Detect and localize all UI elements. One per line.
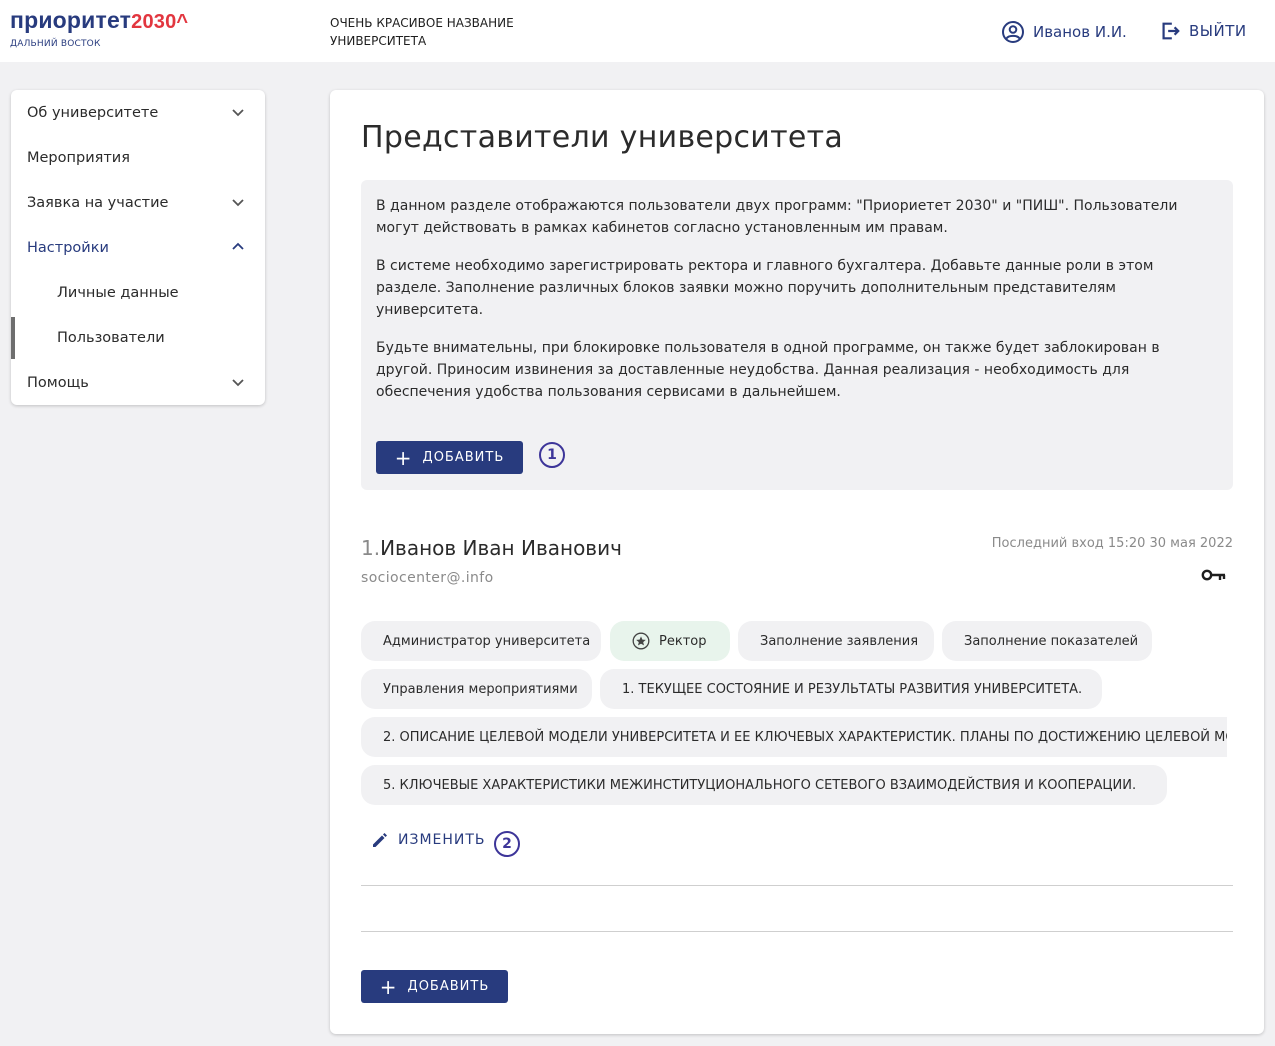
- sidebar-item-personal-data[interactable]: Личные данные: [11, 270, 265, 315]
- logo-subtitle: ДАЛЬНИЙ ВОСТОК: [10, 39, 101, 49]
- role-chip-label: Ректор: [659, 633, 707, 649]
- role-chip: Администратор университета: [361, 621, 601, 661]
- role-chip: 2. ОПИСАНИЕ ЦЕЛЕВОЙ МОДЕЛИ УНИВЕРСИТЕТА …: [361, 717, 1227, 757]
- header: приоритет2030^ ДАЛЬНИЙ ВОСТОК ОЧЕНЬ КРАС…: [0, 0, 1275, 62]
- user-email: sociocenter@.info: [361, 570, 494, 586]
- annotation-badge: 2: [494, 831, 520, 857]
- logout-label: ВЫЙТИ: [1189, 22, 1247, 40]
- plus-icon: +: [394, 445, 413, 470]
- annotation-badge: 1: [539, 442, 565, 468]
- logout-button[interactable]: ВЫЙТИ: [1159, 20, 1247, 42]
- chevron-down-icon: [232, 379, 244, 387]
- sidebar-item-help[interactable]: Помощь: [11, 360, 265, 405]
- star-circle-icon: [632, 632, 650, 650]
- last-login: Последний вход 15:20 30 мая 2022: [991, 536, 1233, 551]
- sidebar-item-label: Настройки: [27, 239, 109, 256]
- add-button-label: ДОБАВИТЬ: [407, 979, 490, 994]
- plus-icon: +: [379, 974, 398, 999]
- info-paragraph: Будьте внимательны, при блокировке польз…: [376, 340, 1160, 400]
- role-chip-rector: Ректор: [610, 621, 730, 661]
- chevron-down-icon: [232, 199, 244, 207]
- sidebar-item-about[interactable]: Об университете: [11, 90, 265, 135]
- role-chip: 5. КЛЮЧЕВЫЕ ХАРАКТЕРИСТИКИ МЕЖИНСТИТУЦИО…: [361, 765, 1167, 805]
- key-icon[interactable]: [1201, 568, 1227, 584]
- user-name: Иванов И.И.: [1033, 23, 1127, 41]
- logo[interactable]: приоритет2030^ ДАЛЬНИЙ ВОСТОК: [10, 8, 188, 49]
- user-profile[interactable]: Иванов И.И.: [1001, 20, 1127, 44]
- main-card: Представители университета В данном разд…: [330, 90, 1264, 1034]
- edit-label: ИЗМЕНИТЬ: [398, 832, 486, 848]
- info-box: В данном разделе отображаются пользовате…: [361, 180, 1233, 490]
- chevron-up-icon: [232, 242, 244, 250]
- divider: [361, 885, 1233, 886]
- sidebar-item-label: Пользователи: [57, 329, 165, 346]
- chevron-down-icon: [232, 109, 244, 117]
- sidebar-item-events[interactable]: Мероприятия: [11, 135, 265, 180]
- pencil-icon: [373, 833, 387, 847]
- sidebar-item-label: Об университете: [27, 104, 159, 121]
- role-chip: 1. ТЕКУЩЕЕ СОСТОЯНИЕ И РЕЗУЛЬТАТЫ РАЗВИТ…: [600, 669, 1102, 709]
- sidebar-item-label: Помощь: [27, 374, 89, 391]
- sidebar-item-settings[interactable]: Настройки: [11, 225, 265, 270]
- logout-icon: [1162, 22, 1180, 40]
- account-circle-icon: [1002, 21, 1024, 43]
- divider: [361, 931, 1233, 932]
- edit-user-button[interactable]: ИЗМЕНИТЬ: [370, 830, 486, 850]
- add-user-button-bottom[interactable]: + ДОБАВИТЬ: [361, 970, 508, 1003]
- sidebar-item-application[interactable]: Заявка на участие: [11, 180, 265, 225]
- role-chip: Управления мероприятиями: [361, 669, 592, 709]
- sidebar-item-users[interactable]: Пользователи: [11, 315, 265, 360]
- sidebar-item-label: Личные данные: [57, 284, 179, 301]
- sidebar-item-label: Заявка на участие: [27, 194, 169, 211]
- add-button-label: ДОБАВИТЬ: [422, 450, 505, 465]
- role-chip: Заполнение заявления: [738, 621, 934, 661]
- logo-text: приоритет2030^: [10, 7, 189, 33]
- page-title: Представители университета: [361, 120, 844, 155]
- user-full-name: 1.Иванов Иван Иванович: [361, 536, 622, 560]
- role-chip: Заполнение показателей: [942, 621, 1152, 661]
- sidebar-item-label: Мероприятия: [27, 149, 130, 166]
- info-paragraph: В системе необходимо зарегистрировать ре…: [376, 258, 1154, 318]
- add-user-button[interactable]: + ДОБАВИТЬ: [376, 441, 523, 474]
- sidebar: Об университете Мероприятия Заявка на уч…: [11, 90, 265, 405]
- info-paragraph: В данном разделе отображаются пользовате…: [376, 198, 1178, 236]
- university-title: ОЧЕНЬ КРАСИВОЕ НАЗВАНИЕ УНИВЕРСИТЕТА: [330, 16, 514, 48]
